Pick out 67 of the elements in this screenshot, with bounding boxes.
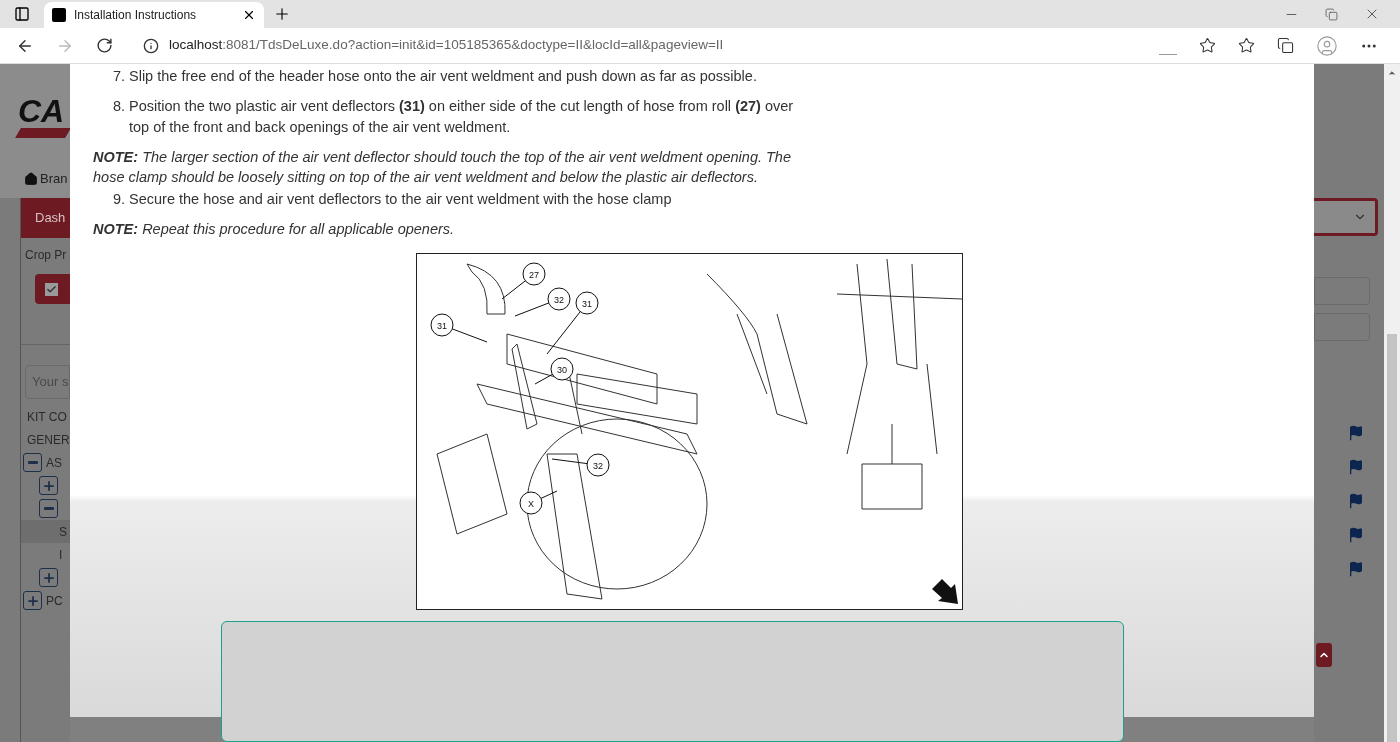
flag-icon[interactable] [1348, 527, 1364, 543]
step-number: 7. [111, 67, 126, 86]
plus-icon [25, 593, 40, 608]
flag-icon[interactable] [1348, 459, 1364, 475]
browser-tab[interactable]: Installation Instructions [44, 2, 264, 28]
flag-icon[interactable] [1348, 561, 1364, 577]
callout: 30 [534, 357, 574, 385]
scroll-up-icon[interactable] [1387, 68, 1397, 78]
input-field[interactable] [1314, 313, 1370, 341]
favorites-icon[interactable] [1238, 37, 1255, 54]
tab-actions-icon[interactable] [14, 6, 30, 22]
tree-row[interactable]: GENER [21, 428, 70, 451]
note-text: NOTE: The larger section of the air vent deflector should touch the top of the air vent weldment opening. The hose clamp should be loosely sitting on top of the air vent weldment and below the plastic air deflectors. [93, 148, 792, 187]
arrow-icon [932, 579, 958, 604]
expand-button[interactable] [23, 591, 42, 610]
collections-icon[interactable] [1277, 37, 1294, 54]
crop-label: Crop Pr [24, 247, 68, 264]
new-tab-icon[interactable] [273, 5, 291, 23]
home-icon [24, 172, 38, 186]
tree-row[interactable]: AS [21, 451, 70, 474]
tree-label: KIT CO [27, 408, 67, 426]
callout: X [519, 490, 558, 515]
add-favorite-icon[interactable] [1199, 37, 1216, 54]
dashboard-tab[interactable]: Dash [21, 198, 70, 238]
filter-button[interactable] [35, 274, 70, 304]
step-number: 9. [111, 190, 126, 209]
tree-label: PC [46, 592, 63, 610]
profile-icon[interactable] [1316, 34, 1338, 57]
close-icon[interactable] [242, 8, 256, 22]
logo-stripe [15, 128, 71, 138]
logo: CA [18, 94, 66, 128]
tree-label: GENER [27, 431, 70, 449]
input-field[interactable] [1314, 277, 1370, 305]
tree-row[interactable]: PC [21, 589, 70, 612]
info-icon[interactable] [143, 37, 159, 54]
note-text: NOTE: Repeat this procedure for all applicable openers. [93, 220, 456, 239]
callout: 32 [551, 453, 610, 477]
flag-icon[interactable] [1348, 425, 1364, 441]
flag-icon[interactable] [1348, 493, 1364, 509]
checkbox[interactable] [45, 282, 58, 296]
plus-icon [41, 570, 56, 585]
expand-button[interactable] [39, 476, 58, 495]
tree-row[interactable]: I [21, 543, 70, 566]
step-number: 8. [111, 97, 126, 116]
tree-row[interactable]: KIT CO [21, 405, 70, 428]
reload-icon[interactable] [96, 37, 113, 54]
scroll-top-button[interactable] [1316, 643, 1332, 667]
step-text: Secure the hose and air vent deflectors to the air vent weldment with the hose clamp [129, 190, 673, 209]
dropdown[interactable] [1314, 198, 1378, 236]
tree-label: S [59, 523, 67, 541]
minus-icon [43, 507, 54, 510]
tree-label: I [59, 546, 63, 564]
callout: 32 [514, 287, 571, 317]
check-icon [46, 283, 57, 295]
step-text: Slip the free end of the header hose onto the air vent weldment and push down as far as possible. [129, 67, 758, 86]
minus-icon [27, 461, 38, 464]
plus-icon [41, 478, 56, 493]
expand-button[interactable] [23, 453, 42, 472]
expand-button[interactable] [39, 568, 58, 587]
tree-row[interactable]: S [21, 520, 70, 543]
callout: 27 [501, 262, 546, 300]
callout: 31 [430, 313, 488, 343]
expand-button[interactable] [39, 499, 58, 518]
step-text: Position the two plastic air vent deflectors (31) on either side of the cut length of hose from roll (27) over top of the front and back openings of the air vent weldment. [129, 97, 795, 137]
tree-label: AS [46, 454, 62, 472]
tab-title: Installation Instructions [74, 7, 198, 24]
restore-icon[interactable] [1325, 7, 1338, 21]
